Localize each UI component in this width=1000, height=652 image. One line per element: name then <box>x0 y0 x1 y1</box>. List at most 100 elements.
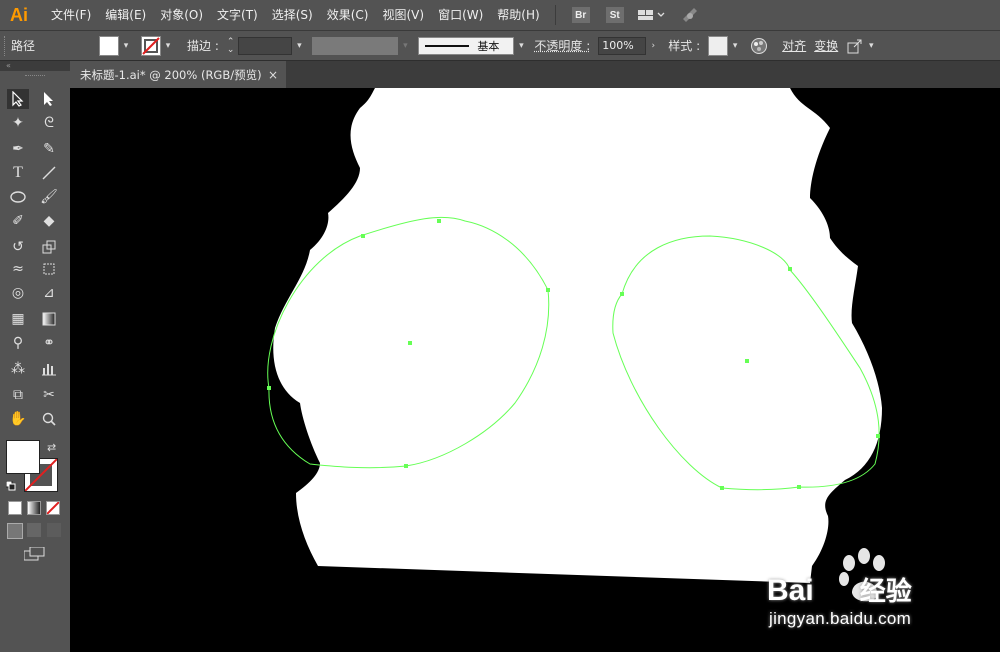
graphic-style-swatch[interactable] <box>708 35 729 56</box>
white-shape <box>273 88 882 583</box>
recolor-artwork-icon[interactable] <box>750 37 768 55</box>
menu-effect[interactable]: 效果(C) <box>320 0 376 30</box>
stock-button[interactable]: St <box>605 7 624 23</box>
document-tab-title: 未标题-1.ai* @ 200% (RGB/预览) <box>80 67 262 82</box>
width-tool-icon[interactable]: ≈ <box>7 259 29 279</box>
scale-tool-icon[interactable] <box>38 237 60 257</box>
zoom-tool-icon[interactable] <box>38 409 60 429</box>
type-tool-icon[interactable]: T <box>7 163 29 183</box>
menu-window[interactable]: 窗口(W) <box>431 0 490 30</box>
workspace-layout-icon[interactable] <box>637 8 666 22</box>
curvature-tool-icon[interactable]: ✎ <box>38 139 60 159</box>
hand-tool-icon[interactable]: ✋ <box>7 409 29 429</box>
chevron-down-icon[interactable]: ▾ <box>161 36 175 56</box>
none-mode-icon[interactable] <box>46 501 60 515</box>
menu-help[interactable]: 帮助(H) <box>490 0 546 30</box>
gpu-performance-icon[interactable] <box>680 6 700 25</box>
baidu-watermark: Bai 经验 jingyan.baidu.com <box>767 543 987 633</box>
column-graph-tool-icon[interactable] <box>38 359 60 379</box>
magic-wand-tool-icon[interactable]: ✦ <box>7 113 29 133</box>
perspective-grid-tool-icon[interactable]: ⊿ <box>38 283 60 303</box>
menu-edit[interactable]: 编辑(E) <box>98 0 153 30</box>
control-bar: 路径 ▾ ▾ 描边 : ⌃ ⌄ ▾ ▾ 基本 ▾ 不透明度 : 100% › 样式… <box>0 31 1000 61</box>
chevron-right-icon[interactable]: › <box>646 36 660 56</box>
draw-inside-icon[interactable] <box>47 523 61 537</box>
stroke-line-preview <box>425 44 470 47</box>
artboard-tool-icon[interactable]: ⧉ <box>7 385 29 405</box>
stroke-weight-field[interactable] <box>238 36 293 55</box>
rotate-tool-icon[interactable]: ↺ <box>7 237 29 257</box>
shape-builder-tool-icon[interactable]: ◎ <box>7 283 29 303</box>
bridge-button[interactable]: Br <box>571 7 590 23</box>
mesh-tool-icon[interactable]: ▦ <box>7 309 29 329</box>
default-colors-icon[interactable] <box>5 480 16 491</box>
pen-tool-icon[interactable]: ✒ <box>7 139 29 159</box>
shaper-tool-icon[interactable]: ✐ <box>7 211 29 231</box>
watermark-url: jingyan.baidu.com <box>769 609 912 628</box>
chevron-down-icon[interactable]: ▾ <box>119 36 133 56</box>
gradient-tool-icon[interactable] <box>38 309 60 329</box>
document-tab[interactable]: 未标题-1.ai* @ 200% (RGB/预览) × <box>70 61 286 88</box>
transform-button[interactable]: 变换 <box>814 37 838 54</box>
chevron-down-icon: ▾ <box>403 40 408 51</box>
eyedropper-tool-icon[interactable]: ⚲ <box>7 333 29 353</box>
chevron-down-icon[interactable]: ▾ <box>514 36 528 56</box>
color-mode-icon[interactable] <box>8 501 22 515</box>
variable-width-profile[interactable] <box>312 36 399 55</box>
direct-selection-tool-icon[interactable] <box>38 89 60 109</box>
brush-profile-field[interactable]: 基本 <box>418 36 515 55</box>
blend-tool-icon[interactable]: ⚭ <box>38 333 60 353</box>
chevron-down-icon[interactable]: ▾ <box>864 36 878 56</box>
symbol-sprayer-tool-icon[interactable]: ⁂ <box>7 359 29 379</box>
menu-view[interactable]: 视图(V) <box>375 0 431 30</box>
chevron-down-icon[interactable]: ▾ <box>728 36 742 56</box>
line-tool-icon[interactable] <box>38 163 60 183</box>
stepper-arrows-icon[interactable]: ⌃ ⌄ <box>227 37 235 54</box>
divider <box>554 5 556 25</box>
slice-tool-icon[interactable]: ✂ <box>38 385 60 405</box>
chevron-down-icon[interactable]: ▾ <box>292 36 306 56</box>
menu-object[interactable]: 对象(O) <box>153 0 210 30</box>
opacity-field[interactable]: 100% <box>598 36 647 55</box>
ellipse-tool-icon[interactable] <box>7 187 29 207</box>
opacity-label-text: 不透明度 <box>534 39 583 53</box>
baidu-brand: Bai <box>767 574 814 607</box>
lasso-tool-icon[interactable]: ᘓ <box>38 113 60 133</box>
baidu-brand-text: Bai 经验 <box>767 571 912 608</box>
selection-type-label: 路径 <box>11 39 36 53</box>
jingyan-brand: 经验 <box>859 577 912 607</box>
panel-grip[interactable] <box>25 75 45 78</box>
close-icon[interactable]: × <box>268 68 278 82</box>
grip-handle[interactable] <box>4 35 11 56</box>
style-label: 样式 : <box>668 39 701 53</box>
app-logo: Ai <box>10 4 28 25</box>
swap-fill-stroke-icon[interactable]: ⇄ <box>47 441 56 454</box>
stroke-swatch[interactable] <box>141 35 161 56</box>
menu-file[interactable]: 文件(F) <box>44 0 98 30</box>
menu-select[interactable]: 选择(S) <box>265 0 320 30</box>
tools-panel: « ✦ ᘓ ✒ ✎ T 🖌 ✐ ◆ ↺ ≈ ◎ ⊿ ▦ ⚲ ⚭ ⁂ ⧉ ✂ ✋ … <box>0 61 71 652</box>
screen-mode-icon[interactable] <box>23 546 46 564</box>
menu-bar: Ai 文件(F) 编辑(E) 对象(O) 文字(T) 选择(S) 效果(C) 视… <box>0 0 1000 31</box>
isolate-icon[interactable] <box>846 37 864 55</box>
menu-type[interactable]: 文字(T) <box>210 0 265 30</box>
paintbrush-tool-icon[interactable]: 🖌 <box>38 187 60 207</box>
opacity-label[interactable]: 不透明度 : <box>534 37 590 54</box>
canvas[interactable]: Bai 经验 jingyan.baidu.com <box>70 88 1000 652</box>
stroke-label: 描边 : <box>187 39 219 53</box>
selection-tool-icon[interactable] <box>7 89 29 109</box>
fill-swatch[interactable] <box>99 35 119 56</box>
free-transform-tool-icon[interactable] <box>38 259 60 279</box>
style-label-text: 样式 <box>668 39 693 53</box>
draw-normal-icon[interactable] <box>7 523 23 539</box>
eraser-tool-icon[interactable]: ◆ <box>38 211 60 231</box>
brush-profile-label: 基本 <box>477 39 500 53</box>
align-button[interactable]: 对齐 <box>782 37 806 54</box>
draw-behind-icon[interactable] <box>27 523 41 537</box>
document-tab-bar: 未标题-1.ai* @ 200% (RGB/预览) × <box>70 61 1000 88</box>
stroke-label-text: 描边 <box>187 39 212 53</box>
stroke-weight-stepper[interactable]: ⌃ ⌄ ▾ <box>227 36 307 56</box>
gradient-mode-icon[interactable] <box>27 501 41 515</box>
fill-color-box[interactable] <box>6 440 40 474</box>
panel-collapse-icon[interactable]: « <box>0 61 70 71</box>
